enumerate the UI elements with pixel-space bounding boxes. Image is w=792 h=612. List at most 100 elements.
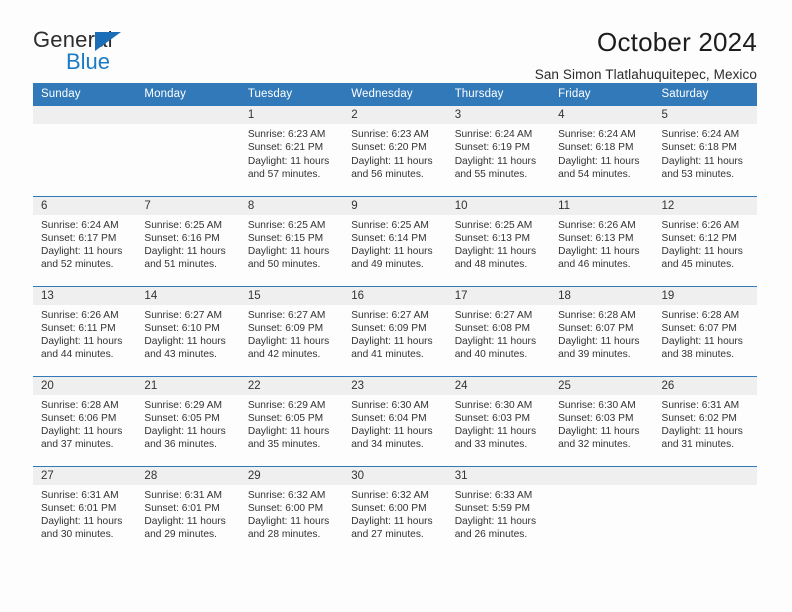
day-number: 8 [239,196,344,215]
day-number: 24 [446,376,551,395]
day-number: 6 [33,196,137,215]
day-number: 29 [239,466,344,485]
calendar-day-cell[interactable]: 22 Sunrise: 6:29 AM Sunset: 6:05 PM Dayli… [239,375,344,466]
day-cell-inner [550,466,654,557]
calendar-day-cell[interactable]: 20 Sunrise: 6:28 AM Sunset: 6:06 PM Dayli… [33,375,137,466]
calendar-day-cell[interactable]: 2 Sunrise: 6:23 AM Sunset: 6:20 PM Daylig… [343,106,447,196]
calendar-day-cell[interactable]: 21 Sunrise: 6:29 AM Sunset: 6:05 PM Dayli… [136,375,240,466]
calendar-day-cell[interactable]: 23 Sunrise: 6:30 AM Sunset: 6:04 PM Dayli… [343,375,447,466]
calendar-week-row: 20 Sunrise: 6:28 AM Sunset: 6:06 PM Dayli… [33,375,757,466]
day-sun-info: Sunrise: 6:33 AM Sunset: 5:59 PM Dayligh… [454,489,537,541]
day-cell-inner: 6 Sunrise: 6:24 AM Sunset: 6:17 PM Daylig… [33,196,137,286]
day-sun-info: Sunrise: 6:28 AM Sunset: 6:06 PM Dayligh… [41,399,123,451]
day-number: 9 [343,196,447,215]
day-number [653,466,757,485]
calendar-body: 1 Sunrise: 6:23 AM Sunset: 6:21 PM Daylig… [33,106,757,556]
day-sun-info: Sunrise: 6:27 AM Sunset: 6:08 PM Dayligh… [454,309,537,361]
day-cell-inner: 18 Sunrise: 6:28 AM Sunset: 6:07 PM Dayli… [550,286,654,376]
day-sun-info: Sunrise: 6:25 AM Sunset: 6:13 PM Dayligh… [454,219,537,271]
calendar-day-cell[interactable]: 15 Sunrise: 6:27 AM Sunset: 6:09 PM Dayli… [239,285,344,376]
day-sun-info: Sunrise: 6:24 AM Sunset: 6:19 PM Dayligh… [454,129,537,180]
day-cell-inner: 30 Sunrise: 6:32 AM Sunset: 6:00 PM Dayli… [343,466,447,557]
day-sun-info: Sunrise: 6:26 AM Sunset: 6:13 PM Dayligh… [558,219,640,271]
day-sun-info: Sunrise: 6:25 AM Sunset: 6:15 PM Dayligh… [247,219,330,271]
day-cell-inner: 25 Sunrise: 6:30 AM Sunset: 6:03 PM Dayli… [550,376,654,466]
calendar-day-cell[interactable]: 13 Sunrise: 6:26 AM Sunset: 6:11 PM Dayli… [33,285,137,376]
calendar-day-cell[interactable]: 31 Sunrise: 6:33 AM Sunset: 5:59 PM Dayli… [446,465,551,556]
calendar-day-cell[interactable]: 29 Sunrise: 6:32 AM Sunset: 6:00 PM Dayli… [239,465,344,556]
calendar-day-cell[interactable]: 26 Sunrise: 6:31 AM Sunset: 6:02 PM Dayli… [653,375,757,466]
calendar-day-cell[interactable]: 14 Sunrise: 6:27 AM Sunset: 6:10 PM Dayli… [136,285,240,376]
day-cell-inner: 19 Sunrise: 6:28 AM Sunset: 6:07 PM Dayli… [653,286,757,376]
calendar-week-row: 6 Sunrise: 6:24 AM Sunset: 6:17 PM Daylig… [33,195,757,286]
weekday-header-row: Sunday Monday Tuesday Wednesday Thursday… [33,83,757,106]
calendar-day-cell[interactable]: 19 Sunrise: 6:28 AM Sunset: 6:07 PM Dayli… [653,285,757,376]
calendar-day-cell[interactable]: 25 Sunrise: 6:30 AM Sunset: 6:03 PM Dayli… [550,375,654,466]
day-sun-info: Sunrise: 6:28 AM Sunset: 6:07 PM Dayligh… [558,309,640,361]
day-cell-inner: 4 Sunrise: 6:24 AM Sunset: 6:18 PM Daylig… [550,106,654,196]
day-sun-info: Sunrise: 6:25 AM Sunset: 6:16 PM Dayligh… [144,219,226,271]
day-cell-inner: 24 Sunrise: 6:30 AM Sunset: 6:03 PM Dayli… [446,376,551,466]
calendar-day-cell[interactable]: 18 Sunrise: 6:28 AM Sunset: 6:07 PM Dayli… [550,285,654,376]
day-cell-inner: 13 Sunrise: 6:26 AM Sunset: 6:11 PM Dayli… [33,286,137,376]
day-number [33,106,137,124]
day-cell-inner: 7 Sunrise: 6:25 AM Sunset: 6:16 PM Daylig… [136,196,240,286]
generalblue-logo[interactable]: General Blue [33,28,153,74]
day-sun-info: Sunrise: 6:31 AM Sunset: 6:01 PM Dayligh… [41,489,123,541]
day-cell-inner: 22 Sunrise: 6:29 AM Sunset: 6:05 PM Dayli… [239,376,344,466]
day-cell-inner: 11 Sunrise: 6:26 AM Sunset: 6:13 PM Dayli… [550,196,654,286]
day-number: 28 [136,466,240,485]
day-cell-inner: 10 Sunrise: 6:25 AM Sunset: 6:13 PM Dayli… [446,196,551,286]
calendar-day-cell[interactable]: 1 Sunrise: 6:23 AM Sunset: 6:21 PM Daylig… [239,106,344,196]
day-sun-info: Sunrise: 6:24 AM Sunset: 6:17 PM Dayligh… [41,219,123,271]
calendar-day-cell[interactable]: 9 Sunrise: 6:25 AM Sunset: 6:14 PM Daylig… [343,195,447,286]
day-cell-inner [136,106,240,196]
day-cell-inner [653,466,757,557]
day-number: 27 [33,466,137,485]
day-cell-inner: 28 Sunrise: 6:31 AM Sunset: 6:01 PM Dayli… [136,466,240,557]
calendar-day-cell[interactable]: 28 Sunrise: 6:31 AM Sunset: 6:01 PM Dayli… [136,465,240,557]
day-number: 7 [136,196,240,215]
weekday-header-wednesday: Wednesday [343,83,447,106]
day-number: 31 [446,466,551,485]
day-sun-info: Sunrise: 6:29 AM Sunset: 6:05 PM Dayligh… [144,399,226,451]
day-sun-info: Sunrise: 6:32 AM Sunset: 6:00 PM Dayligh… [247,489,330,541]
calendar-day-cell[interactable]: 10 Sunrise: 6:25 AM Sunset: 6:13 PM Dayli… [446,195,551,286]
calendar-week-row: 13 Sunrise: 6:26 AM Sunset: 6:11 PM Dayli… [33,285,757,376]
calendar-day-cell[interactable]: 12 Sunrise: 6:26 AM Sunset: 6:12 PM Dayli… [653,195,757,286]
calendar-day-cell[interactable]: 16 Sunrise: 6:27 AM Sunset: 6:09 PM Dayli… [343,285,447,376]
day-number: 25 [550,376,654,395]
day-sun-info: Sunrise: 6:24 AM Sunset: 6:18 PM Dayligh… [661,129,743,180]
calendar-day-cell [550,465,654,557]
calendar-day-cell[interactable]: 4 Sunrise: 6:24 AM Sunset: 6:18 PM Daylig… [550,106,654,196]
calendar-day-cell[interactable]: 30 Sunrise: 6:32 AM Sunset: 6:00 PM Dayli… [343,465,447,557]
day-number: 20 [33,376,137,395]
day-sun-info [550,485,653,489]
day-cell-inner: 20 Sunrise: 6:28 AM Sunset: 6:06 PM Dayli… [33,376,137,466]
day-sun-info: Sunrise: 6:30 AM Sunset: 6:03 PM Dayligh… [454,399,537,451]
day-cell-inner: 1 Sunrise: 6:23 AM Sunset: 6:21 PM Daylig… [239,106,344,196]
day-sun-info [654,485,757,489]
day-sun-info: Sunrise: 6:27 AM Sunset: 6:09 PM Dayligh… [351,309,433,361]
calendar-day-cell[interactable]: 3 Sunrise: 6:24 AM Sunset: 6:19 PM Daylig… [446,106,551,196]
day-cell-inner: 21 Sunrise: 6:29 AM Sunset: 6:05 PM Dayli… [136,376,240,466]
day-number: 13 [33,286,137,305]
day-cell-inner: 15 Sunrise: 6:27 AM Sunset: 6:09 PM Dayli… [239,286,344,376]
day-number: 18 [550,286,654,305]
day-sun-info: Sunrise: 6:24 AM Sunset: 6:18 PM Dayligh… [558,129,640,180]
calendar-table: Sunday Monday Tuesday Wednesday Thursday… [33,83,757,556]
calendar-day-cell[interactable]: 24 Sunrise: 6:30 AM Sunset: 6:03 PM Dayli… [446,375,551,466]
calendar-day-cell[interactable]: 7 Sunrise: 6:25 AM Sunset: 6:16 PM Daylig… [136,195,240,286]
weekday-header-sunday: Sunday [33,83,137,106]
calendar-day-cell[interactable]: 5 Sunrise: 6:24 AM Sunset: 6:18 PM Daylig… [653,106,757,196]
calendar-day-cell[interactable]: 27 Sunrise: 6:31 AM Sunset: 6:01 PM Dayli… [33,465,137,556]
page-header: General Blue October 2024 San Simon Tlat… [0,0,792,82]
calendar-day-cell[interactable]: 11 Sunrise: 6:26 AM Sunset: 6:13 PM Dayli… [550,195,654,286]
weekday-header-thursday: Thursday [446,83,551,106]
day-sun-info: Sunrise: 6:28 AM Sunset: 6:07 PM Dayligh… [661,309,743,361]
calendar-day-cell[interactable]: 8 Sunrise: 6:25 AM Sunset: 6:15 PM Daylig… [239,195,344,286]
day-cell-inner: 17 Sunrise: 6:27 AM Sunset: 6:08 PM Dayli… [446,286,551,376]
day-number: 26 [653,376,757,395]
calendar-day-cell[interactable]: 17 Sunrise: 6:27 AM Sunset: 6:08 PM Dayli… [446,285,551,376]
calendar-day-cell[interactable]: 6 Sunrise: 6:24 AM Sunset: 6:17 PM Daylig… [33,195,137,286]
